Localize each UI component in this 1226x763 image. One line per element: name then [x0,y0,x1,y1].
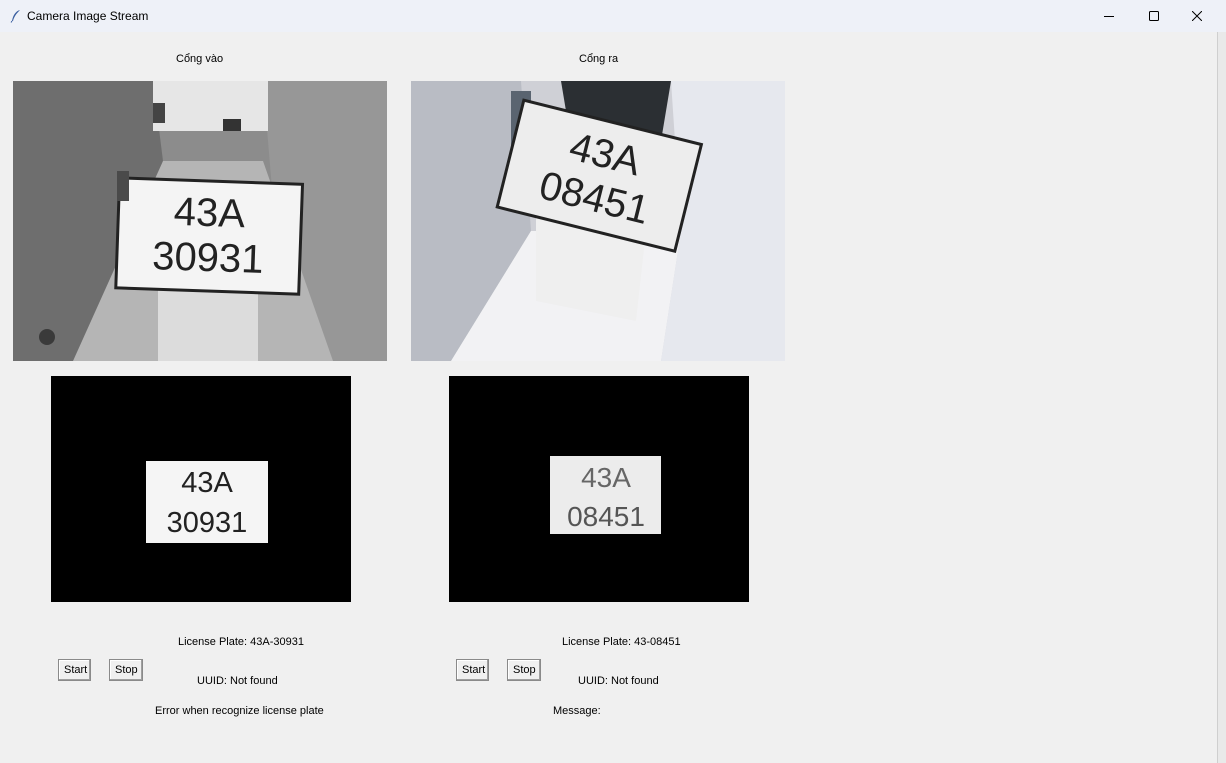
maximize-icon [1149,11,1159,21]
entry-crop-text-line2: 30931 [167,507,248,539]
app-window: Camera Image Stream Cổng vào 43A 30931 4… [0,0,1226,763]
entry-camera-feed: 43A 30931 [13,81,387,361]
maximize-button[interactable] [1131,0,1177,32]
entry-stop-button[interactable]: Stop [109,659,143,681]
close-button[interactable] [1174,0,1220,32]
entry-crop-text-line1: 43A [181,467,233,499]
window-title: Camera Image Stream [27,9,149,23]
exit-start-button[interactable]: Start [456,659,489,681]
exit-crop-text-line2: 08451 [567,501,645,532]
exit-gate-title: Cổng ra [579,53,619,65]
exit-uuid-label: UUID: Not found [578,675,659,687]
entry-gate-title: Cổng vào [176,53,224,65]
window-edge [1217,32,1226,763]
entry-plate-text-line1: 43A [173,190,246,236]
entry-start-button[interactable]: Start [58,659,91,681]
title-bar: Camera Image Stream [0,0,1226,32]
exit-camera-feed: 43A 08451 [411,81,785,361]
entry-plate-text-line2: 30931 [152,234,265,282]
exit-stop-button[interactable]: Stop [507,659,541,681]
minimize-button[interactable] [1086,0,1132,32]
entry-license-plate-label: License Plate: 43A-30931 [178,636,304,648]
minimize-icon [1104,16,1114,17]
exit-crop-text-line1: 43A [581,462,631,493]
feather-icon [10,10,20,23]
exit-license-plate-label: License Plate: 43-08451 [562,636,681,648]
entry-uuid-label: UUID: Not found [197,675,278,687]
exit-message-label: Message: [553,705,601,717]
close-icon [1192,11,1202,21]
exit-plate-crop: 43A 08451 [449,376,749,602]
entry-plate-crop: 43A 30931 [51,376,351,602]
entry-message-label: Error when recognize license plate [155,705,324,717]
